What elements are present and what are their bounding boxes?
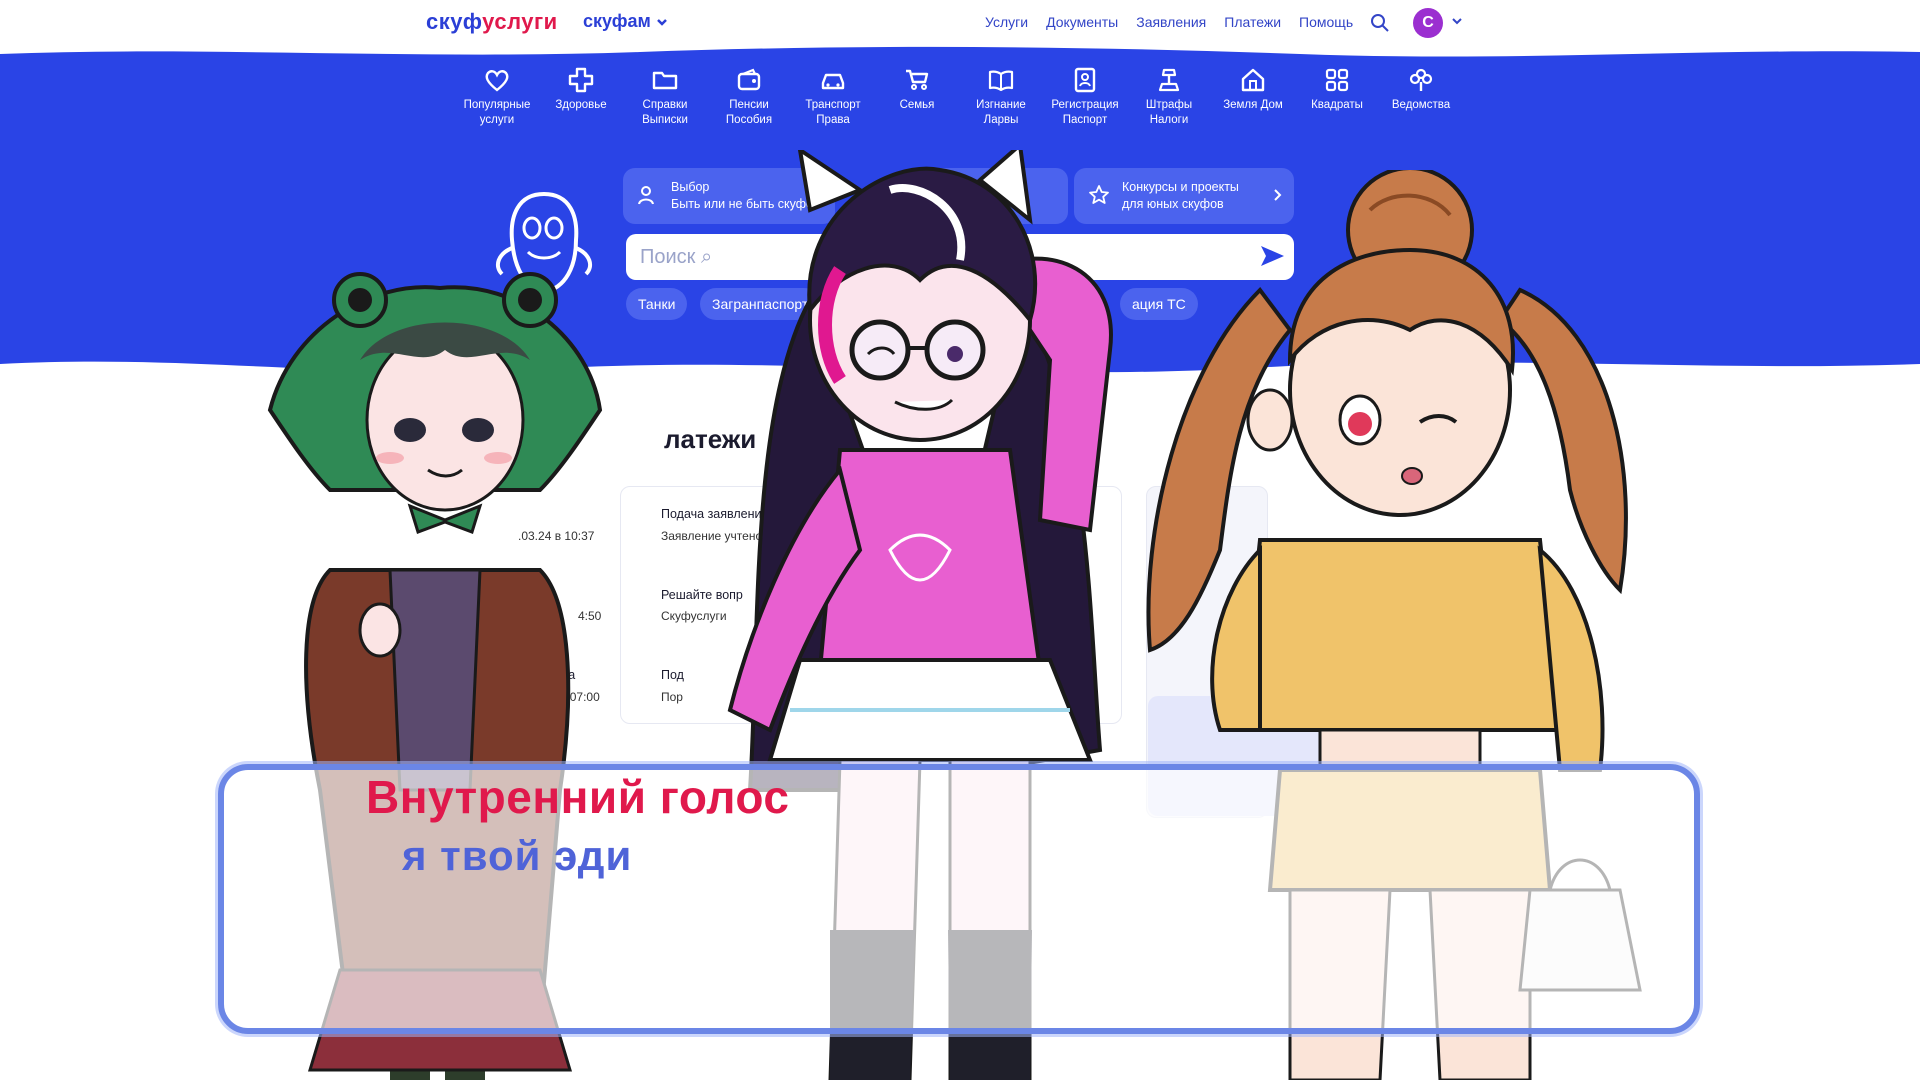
- category-agencies[interactable]: Ведомства: [1379, 66, 1463, 128]
- category-pensions[interactable]: Пенсии Пособия: [707, 66, 791, 128]
- chevron-down-icon: [657, 19, 667, 26]
- book-icon: [988, 70, 1014, 92]
- category-health[interactable]: Здоровье: [539, 66, 623, 128]
- car-icon: [821, 73, 845, 90]
- site-logo[interactable]: скуфуслуги: [426, 9, 558, 35]
- category-label: Регистрация Паспорт: [1051, 99, 1119, 126]
- category-label: Изгнание Ларвы: [976, 99, 1026, 126]
- nav-payments[interactable]: Платежи: [1224, 14, 1281, 30]
- payment-row-title[interactable]: Под: [661, 668, 684, 682]
- stroller-icon: [906, 69, 929, 90]
- category-label: Пенсии Пособия: [725, 99, 773, 126]
- cross-icon: [568, 67, 594, 93]
- flower-icon: [1409, 68, 1433, 91]
- game-scene: скуфуслуги скуфам Услуги Документы Заявл…: [0, 0, 1920, 1080]
- chevron-down-icon[interactable]: [1451, 16, 1463, 26]
- category-label: Семья: [899, 99, 935, 111]
- house-icon: [1241, 68, 1265, 92]
- category-label: Популярные услуги: [463, 99, 531, 126]
- nav-services[interactable]: Услуги: [985, 14, 1028, 30]
- category-exorcism[interactable]: Изгнание Ларвы: [959, 66, 1043, 128]
- category-label: Штрафы Налоги: [1145, 99, 1193, 126]
- nav-documents[interactable]: Документы: [1046, 14, 1118, 30]
- logo-part-1: скуф: [426, 9, 483, 34]
- category-label: Земля Дом: [1223, 99, 1283, 111]
- category-transport[interactable]: Транспорт Права: [791, 66, 875, 128]
- avatar-letter: С: [1422, 14, 1434, 31]
- category-label: Справки Выписки: [642, 99, 688, 126]
- category-family[interactable]: Семья: [875, 66, 959, 128]
- wallet-icon: [737, 68, 761, 91]
- category-land-home[interactable]: Земля Дом: [1211, 66, 1295, 128]
- category-squares[interactable]: Квадраты: [1295, 66, 1379, 128]
- nav-applications[interactable]: Заявления: [1136, 14, 1206, 30]
- alt-logo-menu[interactable]: скуфам: [583, 11, 668, 32]
- person-icon: [638, 186, 654, 205]
- search-icon[interactable]: [1370, 13, 1390, 33]
- category-label: Квадраты: [1311, 99, 1363, 111]
- avatar[interactable]: С: [1413, 8, 1443, 38]
- category-registration[interactable]: Регистрация Паспорт: [1043, 66, 1127, 128]
- folder-icon: [652, 71, 678, 90]
- dialogue-text: я твой эди: [402, 832, 633, 879]
- category-label: Транспорт Права: [805, 99, 861, 126]
- payment-row-subtitle: Пор: [661, 690, 683, 704]
- category-label: Ведомства: [1391, 99, 1451, 111]
- category-fines[interactable]: Штрафы Налоги: [1127, 66, 1211, 128]
- category-label: Здоровье: [555, 99, 607, 111]
- site-header: скуфуслуги скуфам Услуги Документы Заявл…: [0, 0, 1920, 46]
- category-popular[interactable]: Популярные услуги: [455, 66, 539, 128]
- category-row: Популярные услуги Здоровье Справки Выпис…: [455, 66, 1463, 128]
- top-nav: Услуги Документы Заявления Платежи Помощ…: [985, 14, 1353, 30]
- gavel-icon: [1158, 68, 1180, 92]
- grid-icon: [1325, 68, 1349, 92]
- speaker-name: Внутренний голос: [366, 771, 790, 823]
- heart-icon: [485, 70, 509, 92]
- category-certificates[interactable]: Справки Выписки: [623, 66, 707, 128]
- nav-help[interactable]: Помощь: [1299, 14, 1353, 30]
- alt-logo-label: скуфам: [583, 11, 651, 31]
- id-card-icon: [1074, 67, 1096, 93]
- search-chip-tanks[interactable]: Танки: [626, 288, 688, 320]
- logo-part-2: услуги: [482, 9, 558, 34]
